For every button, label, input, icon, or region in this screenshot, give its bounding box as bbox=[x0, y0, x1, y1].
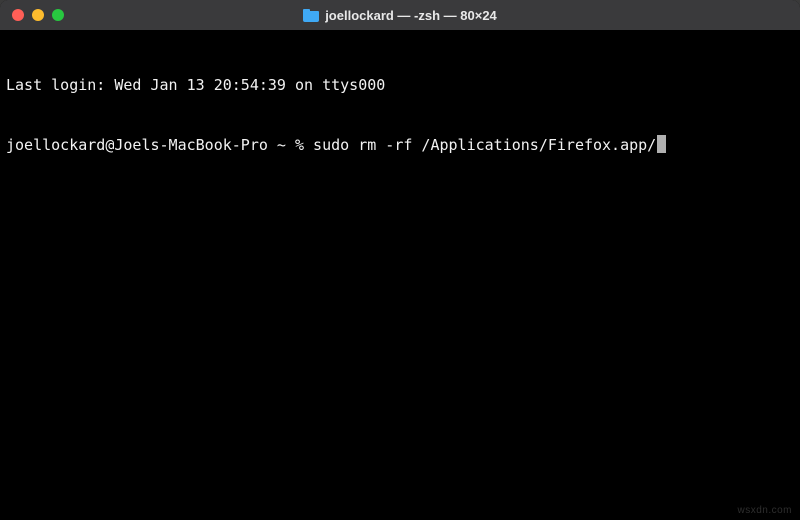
minimize-button[interactable] bbox=[32, 9, 44, 21]
shell-prompt: joellockard@Joels-MacBook-Pro ~ % bbox=[6, 135, 313, 155]
cursor-block bbox=[657, 135, 666, 153]
terminal-window: joellockard — -zsh — 80×24 Last login: W… bbox=[0, 0, 800, 520]
command-text: sudo rm -rf /Applications/Firefox.app/ bbox=[313, 135, 656, 155]
titlebar[interactable]: joellockard — -zsh — 80×24 bbox=[0, 0, 800, 30]
folder-icon bbox=[303, 9, 319, 22]
window-title: joellockard — -zsh — 80×24 bbox=[325, 8, 497, 23]
last-login-line: Last login: Wed Jan 13 20:54:39 on ttys0… bbox=[6, 75, 794, 95]
close-button[interactable] bbox=[12, 9, 24, 21]
window-title-container: joellockard — -zsh — 80×24 bbox=[0, 8, 800, 23]
window-controls bbox=[12, 9, 64, 21]
maximize-button[interactable] bbox=[52, 9, 64, 21]
terminal-body[interactable]: Last login: Wed Jan 13 20:54:39 on ttys0… bbox=[0, 30, 800, 520]
watermark: wsxdn.com bbox=[737, 505, 792, 516]
prompt-line: joellockard@Joels-MacBook-Pro ~ % sudo r… bbox=[6, 135, 794, 155]
